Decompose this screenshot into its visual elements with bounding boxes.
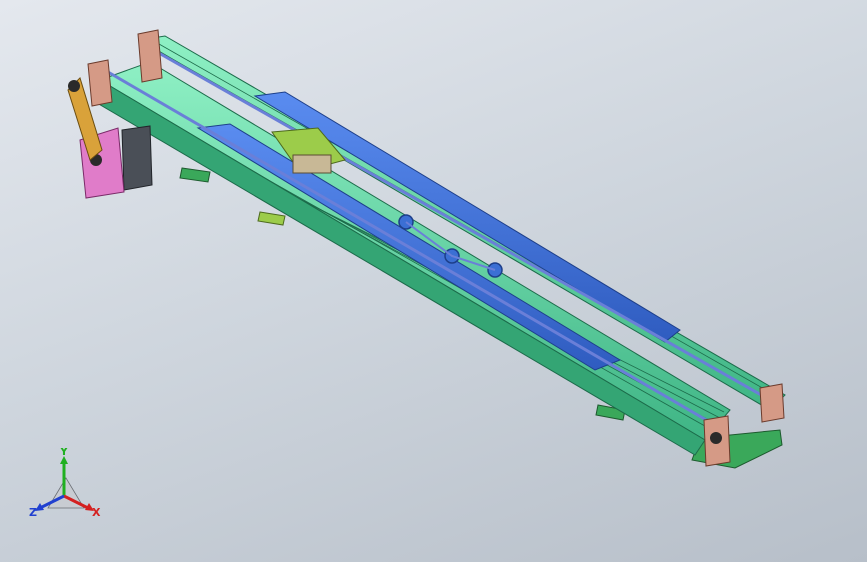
foot-mid[interactable]: [257, 211, 286, 226]
z-axis-label: Z: [29, 506, 37, 519]
conveyor-model[interactable]: [0, 0, 867, 562]
foot-mid-left[interactable]: [179, 167, 211, 183]
end-plate-right-top[interactable]: [759, 383, 785, 423]
front-extrusion[interactable]: [91, 61, 731, 456]
belt-bottom[interactable]: [107, 70, 721, 430]
y-axis-label: Y: [59, 448, 69, 458]
reference-triad[interactable]: Y X Z: [26, 445, 106, 528]
graphics-viewport[interactable]: Y X Z: [0, 0, 867, 562]
end-plate-left-top[interactable]: [137, 29, 163, 83]
x-axis-label: X: [92, 506, 101, 519]
belt-top[interactable]: [149, 46, 771, 402]
carriage-block[interactable]: [292, 154, 332, 174]
motor-body[interactable]: [121, 125, 153, 191]
end-plate-left[interactable]: [87, 59, 113, 107]
